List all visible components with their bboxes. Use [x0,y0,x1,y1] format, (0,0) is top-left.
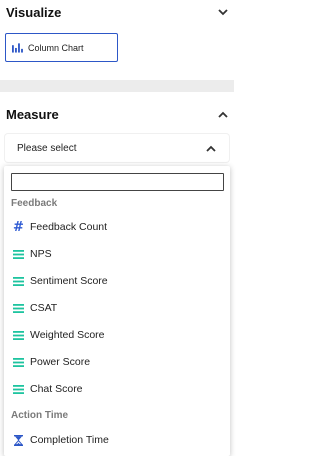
option-csat[interactable]: CSAT [4,295,230,321]
option-label: Chat Score [30,383,83,395]
score-icon [13,276,24,287]
score-icon [13,330,24,341]
option-label: Weighted Score [30,329,105,341]
column-chart-label: Column Chart [28,42,84,53]
hourglass-icon [13,434,24,446]
score-icon [13,303,24,314]
visualize-section-header[interactable]: Visualize [0,0,234,24]
group-label-feedback: Feedback [11,198,58,209]
score-icon [13,384,24,395]
hash-icon: # [13,219,24,235]
column-chart-icon [12,42,23,53]
chevron-up-icon[interactable] [217,108,229,120]
option-feedback-count[interactable]: # Feedback Count [4,214,230,240]
measure-title: Measure [6,106,59,122]
option-sentiment-score[interactable]: Sentiment Score [4,268,230,294]
option-label: Completion Time [30,434,109,446]
score-icon [13,357,24,368]
option-chat-score[interactable]: Chat Score [4,376,230,402]
group-label-action-time: Action Time [11,410,69,421]
chevron-down-icon[interactable] [217,6,229,18]
measure-dropdown: Feedback # Feedback Count NPS Sentiment … [4,166,230,456]
option-label: Sentiment Score [30,275,108,287]
chevron-up-icon [205,142,217,154]
option-nps[interactable]: NPS [4,241,230,267]
option-weighted-score[interactable]: Weighted Score [4,322,230,348]
option-label: CSAT [30,302,58,314]
column-chart-chip[interactable]: Column Chart [5,33,118,62]
visualize-title: Visualize [6,4,62,20]
option-label: Power Score [30,356,91,368]
option-power-score[interactable]: Power Score [4,349,230,375]
option-label: Feedback Count [30,221,108,233]
option-label: NPS [30,248,52,260]
measure-select-value: Please select [17,142,77,154]
section-divider [0,80,234,92]
option-completion-time[interactable]: Completion Time [4,427,230,453]
measure-select[interactable]: Please select [5,134,229,162]
measure-search-input[interactable] [11,173,224,191]
score-icon [13,249,24,260]
measure-section-header[interactable]: Measure [0,102,234,126]
